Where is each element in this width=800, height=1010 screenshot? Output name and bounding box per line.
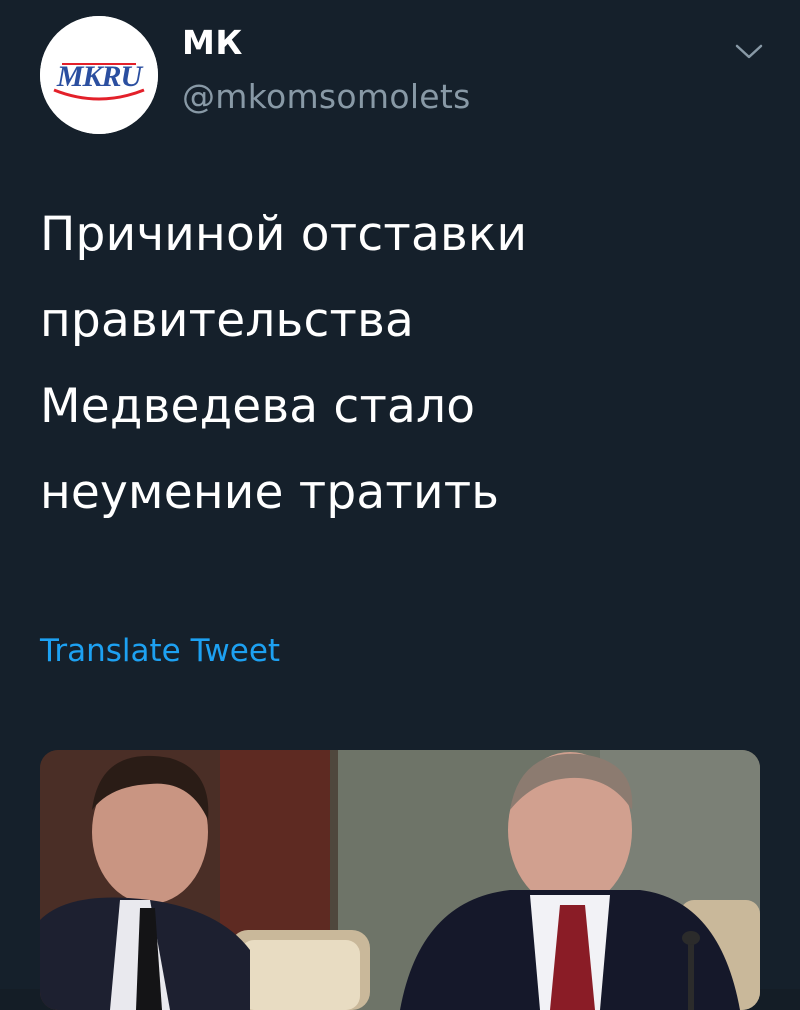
author-handle[interactable]: @mkomsomolets: [182, 80, 471, 113]
author-name[interactable]: МК: [182, 26, 243, 59]
tweet-media-photo[interactable]: [40, 750, 760, 1010]
translate-tweet-link[interactable]: Translate Tweet: [40, 636, 280, 667]
tweet-text-line: правительства: [40, 293, 414, 348]
author-avatar[interactable]: MKRU: [40, 16, 158, 134]
tweet-text: Причиной отставки правительства Медведев…: [40, 192, 760, 536]
mkru-logo: MKRU: [40, 16, 158, 134]
tweet: MKRU МК @mkomsomolets Причиной отставки …: [0, 0, 800, 1010]
chevron-down-icon[interactable]: [734, 40, 764, 62]
tweet-text-line: Медведева стало: [40, 379, 476, 434]
photo-illustration: [40, 750, 760, 1010]
tweet-text-line: Причиной отставки: [40, 207, 528, 262]
tweet-text-line: неумение тратить: [40, 465, 500, 520]
